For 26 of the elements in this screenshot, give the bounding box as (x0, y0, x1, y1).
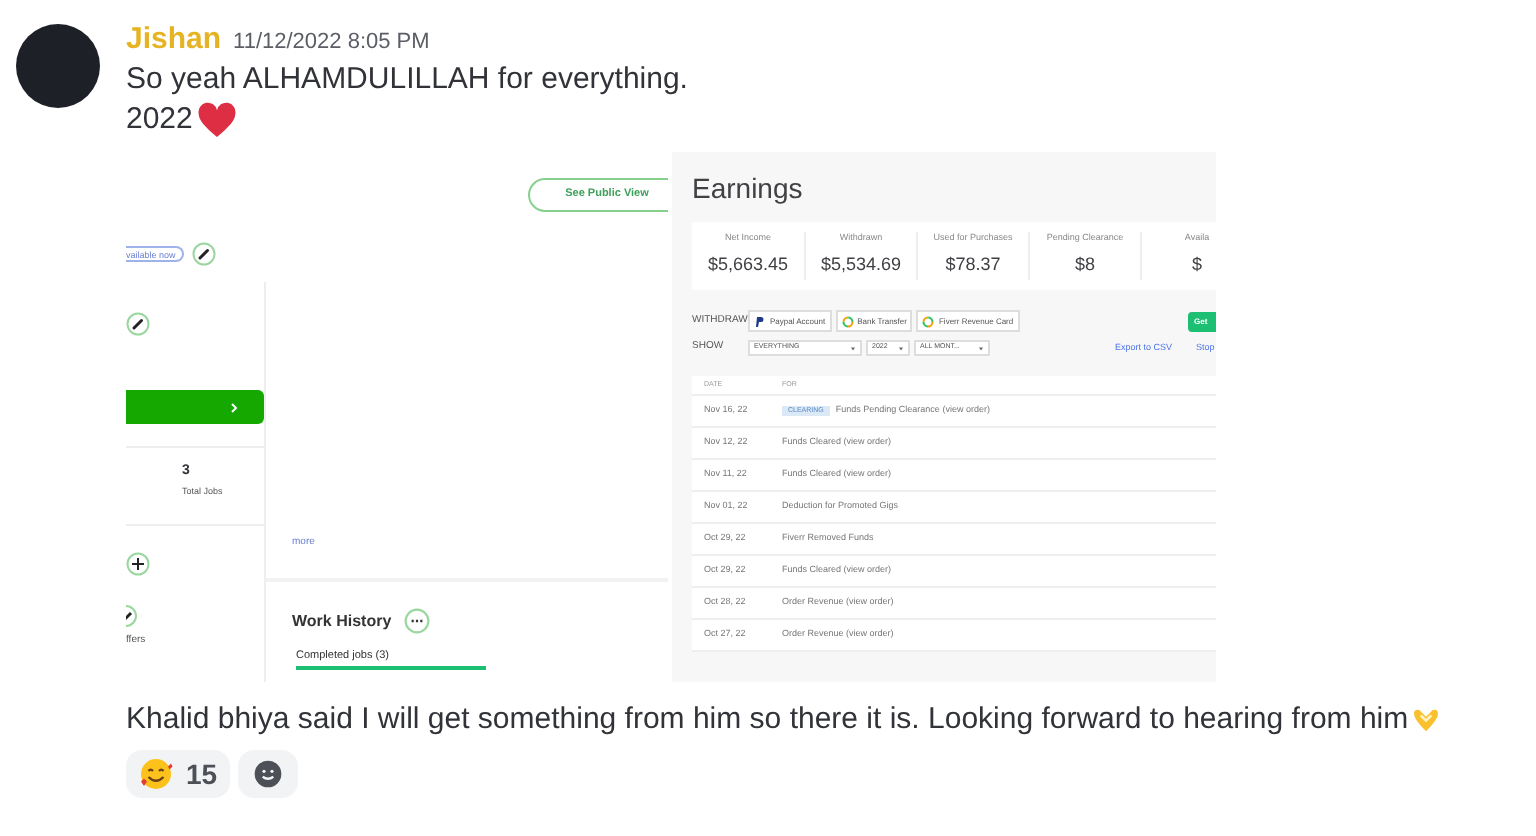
paypal-icon (754, 315, 766, 327)
heart-icon (196, 101, 239, 141)
chevron-right-icon (228, 401, 240, 413)
pencil-icon (191, 242, 216, 266)
more-options-icon (403, 608, 430, 634)
add-reaction-button[interactable] (237, 750, 298, 798)
reaction-button[interactable]: 15 (126, 750, 230, 798)
stat-value: $5,663.45 (707, 252, 789, 279)
smiling-face-hearts-icon (138, 756, 174, 792)
caret-icon (978, 345, 984, 351)
page-title: Earnings (692, 170, 805, 206)
message-text: Khalid bhiya said I will get something from him so there it is. Looking forward to hearing from him (126, 700, 1409, 741)
stat-value: $8 (1074, 252, 1095, 279)
message-text: So yeah ALHAMDULILLAH for everything. (126, 60, 690, 100)
smiley-icon (251, 758, 284, 790)
message-text: 2022 (126, 100, 193, 141)
ring-icon (841, 315, 854, 327)
ring-icon (922, 315, 935, 327)
caret-icon (898, 345, 904, 351)
avatar (16, 24, 100, 108)
caret-icon (850, 345, 856, 351)
timestamp: 11/12/2022 8:05 PM (233, 28, 430, 58)
stat-value: $78.37 (945, 252, 1001, 279)
stat-value: $ (1191, 252, 1202, 279)
stat-value: $5,534.69 (820, 252, 902, 279)
section-heading: Work History (292, 609, 392, 633)
